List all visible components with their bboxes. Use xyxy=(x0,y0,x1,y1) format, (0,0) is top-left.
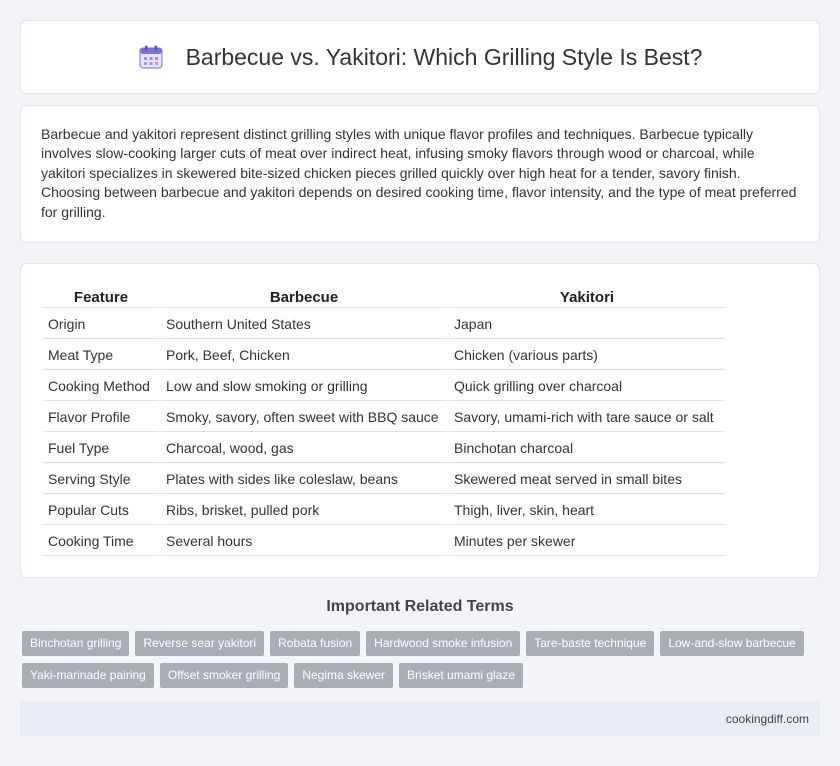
footer: cookingdiff.com xyxy=(20,702,820,736)
column-header-feature: Feature xyxy=(43,288,159,308)
term-tag[interactable]: Tare-baste technique xyxy=(526,631,655,656)
barbecue-cell: Low and slow smoking or grilling xyxy=(161,372,447,401)
related-terms-list: Binchotan grilling Reverse sear yakitori… xyxy=(22,631,822,695)
feature-cell: Popular Cuts xyxy=(43,496,159,525)
table-row: Origin Southern United States Japan xyxy=(43,310,725,339)
barbecue-cell: Pork, Beef, Chicken xyxy=(161,341,447,370)
feature-cell: Serving Style xyxy=(43,465,159,494)
title-card: Barbecue vs. Yakitori: Which Grilling St… xyxy=(20,20,820,94)
table-header-row: Feature Barbecue Yakitori xyxy=(43,288,725,308)
yakitori-cell: Japan xyxy=(449,310,725,339)
table-row: Fuel Type Charcoal, wood, gas Binchotan … xyxy=(43,434,725,463)
intro-card: Barbecue and yakitori represent distinct… xyxy=(20,105,820,243)
feature-cell: Fuel Type xyxy=(43,434,159,463)
barbecue-cell: Ribs, brisket, pulled pork xyxy=(161,496,447,525)
footer-site-link[interactable]: cookingdiff.com xyxy=(726,712,809,726)
page-title: Barbecue vs. Yakitori: Which Grilling St… xyxy=(185,43,703,70)
table-row: Cooking Method Low and slow smoking or g… xyxy=(43,372,725,401)
comparison-table: Feature Barbecue Yakitori Origin Souther… xyxy=(41,286,727,558)
feature-cell: Meat Type xyxy=(43,341,159,370)
barbecue-cell: Southern United States xyxy=(161,310,447,339)
term-tag[interactable]: Offset smoker grilling xyxy=(159,663,289,688)
feature-cell: Flavor Profile xyxy=(43,403,159,432)
table-row: Flavor Profile Smoky, savory, often swee… xyxy=(43,403,725,432)
column-header-barbecue: Barbecue xyxy=(161,288,447,308)
term-tag[interactable]: Low-and-slow barbecue xyxy=(660,631,804,656)
calendar-icon xyxy=(138,44,164,70)
barbecue-cell: Smoky, savory, often sweet with BBQ sauc… xyxy=(161,403,447,432)
term-tag[interactable]: Reverse sear yakitori xyxy=(135,631,265,656)
table-row: Serving Style Plates with sides like col… xyxy=(43,465,725,494)
yakitori-cell: Quick grilling over charcoal xyxy=(449,372,725,401)
table-row: Popular Cuts Ribs, brisket, pulled pork … xyxy=(43,496,725,525)
comparison-card: Feature Barbecue Yakitori Origin Souther… xyxy=(20,263,820,578)
term-tag[interactable]: Brisket umami glaze xyxy=(399,663,524,688)
term-tag[interactable]: Hardwood smoke infusion xyxy=(366,631,521,656)
barbecue-cell: Plates with sides like coleslaw, beans xyxy=(161,465,447,494)
yakitori-cell: Binchotan charcoal xyxy=(449,434,725,463)
feature-cell: Cooking Method xyxy=(43,372,159,401)
yakitori-cell: Thigh, liver, skin, heart xyxy=(449,496,725,525)
feature-cell: Origin xyxy=(43,310,159,339)
table-row: Meat Type Pork, Beef, Chicken Chicken (v… xyxy=(43,341,725,370)
term-tag[interactable]: Negima skewer xyxy=(294,663,394,688)
feature-cell: Cooking Time xyxy=(43,527,159,556)
yakitori-cell: Minutes per skewer xyxy=(449,527,725,556)
barbecue-cell: Charcoal, wood, gas xyxy=(161,434,447,463)
yakitori-cell: Skewered meat served in small bites xyxy=(449,465,725,494)
related-terms-heading: Important Related Terms xyxy=(326,598,514,615)
intro-paragraph: Barbecue and yakitori represent distinct… xyxy=(41,126,797,220)
table-row: Cooking Time Several hours Minutes per s… xyxy=(43,527,725,556)
term-tag[interactable]: Robata fusion xyxy=(270,631,361,656)
barbecue-cell: Several hours xyxy=(161,527,447,556)
column-header-yakitori: Yakitori xyxy=(449,288,725,308)
term-tag[interactable]: Binchotan grilling xyxy=(22,631,130,656)
term-tag[interactable]: Yaki-marinade pairing xyxy=(22,663,154,688)
yakitori-cell: Savory, umami-rich with tare sauce or sa… xyxy=(449,403,725,432)
yakitori-cell: Chicken (various parts) xyxy=(449,341,725,370)
